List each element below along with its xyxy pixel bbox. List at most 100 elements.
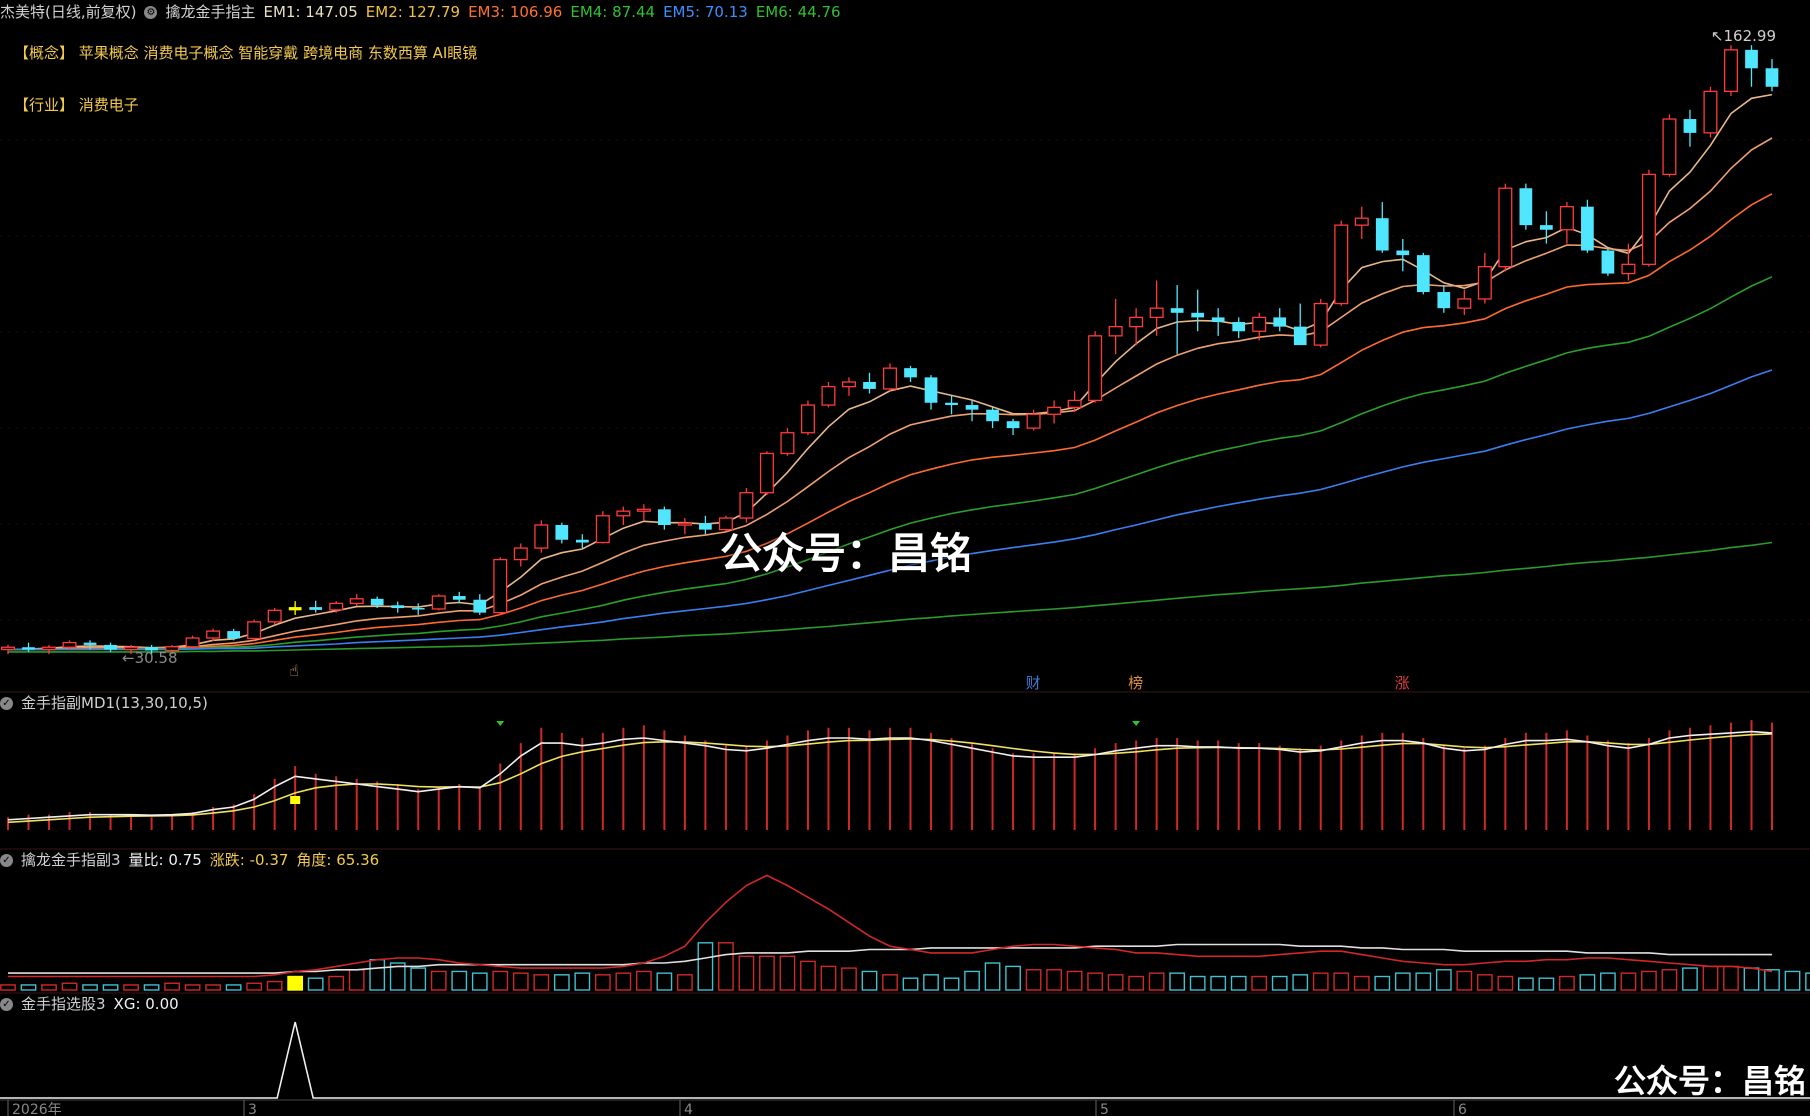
candle-body (22, 647, 35, 650)
volume-ratio-line (8, 874, 1773, 978)
volume-bar (1476, 974, 1493, 991)
candle (759, 451, 774, 496)
candle-body (452, 596, 466, 600)
candle-body (534, 524, 549, 549)
candle-body (636, 508, 651, 512)
candle-body (329, 602, 344, 611)
candle-body (965, 405, 979, 410)
candle-body (247, 621, 262, 640)
volume-bar (1538, 977, 1555, 991)
candle (595, 511, 610, 544)
settings-icon[interactable]: ⚙ (144, 5, 158, 19)
candle-body (882, 367, 898, 390)
candle (104, 642, 117, 652)
volume-bar (697, 942, 714, 991)
change-label: 涨跌: -0.37 (209, 851, 289, 869)
candle-body (945, 402, 958, 406)
candle (1519, 183, 1533, 230)
candle-body (1211, 317, 1225, 323)
candle (1703, 86, 1718, 138)
volume-bar (1456, 970, 1473, 991)
volume-bar (1292, 974, 1309, 991)
candle-body (616, 510, 631, 517)
candle (1273, 308, 1287, 332)
volume-bar (656, 972, 673, 991)
candle-body (780, 432, 795, 455)
volume-bar (533, 974, 550, 991)
candle-body (62, 641, 77, 648)
candle (986, 407, 999, 429)
panel4-title[interactable]: 金手指选股3 (21, 994, 106, 1014)
volume-bar (1148, 972, 1165, 991)
candle-body (42, 646, 57, 651)
candle (904, 365, 917, 382)
candle-body (1540, 225, 1553, 230)
candle-body (431, 595, 446, 610)
panel2-toggle-icon[interactable]: ✓ (0, 696, 13, 710)
candle (699, 515, 712, 535)
volume-bar (1743, 967, 1760, 991)
volume-bar (1805, 972, 1810, 991)
price-high-label: ↖162.99 (1710, 27, 1776, 45)
candle (493, 557, 508, 615)
candle (1457, 289, 1472, 316)
candle-body (370, 598, 384, 606)
x-axis-label: 6 (1458, 1102, 1467, 1116)
volume-bar (205, 984, 221, 991)
candle-body (1683, 119, 1697, 133)
candle-body (1641, 173, 1656, 266)
md1-arrow-marker (496, 721, 505, 726)
volume-bar (410, 967, 427, 991)
x-axis-label: 5 (1100, 1102, 1109, 1116)
candle-body (1723, 49, 1738, 93)
candle (1396, 238, 1410, 272)
candle-body (821, 385, 836, 406)
stock-name[interactable]: 杰美特(日线,前复权) (0, 2, 136, 22)
candle-body (1765, 68, 1779, 87)
candle (1232, 317, 1246, 339)
candle-body (658, 509, 671, 525)
candle-body (841, 381, 856, 388)
candle-body (595, 515, 610, 544)
candle (1334, 220, 1349, 306)
volume-bar (348, 969, 365, 991)
candle (1723, 45, 1738, 96)
panel3-title[interactable]: 擒龙金手指副3 (21, 850, 121, 870)
candle (1641, 169, 1656, 267)
candle (1765, 59, 1779, 92)
candle-body (800, 404, 815, 434)
candle (1416, 252, 1430, 295)
panel3-toggle-icon[interactable]: ✓ (0, 853, 13, 867)
panel2-title[interactable]: 金手指副MD1(13,30,10,5) (21, 693, 208, 713)
candle (1477, 252, 1492, 304)
candle (1354, 206, 1369, 239)
x-axis-label: 4 (684, 1102, 693, 1116)
candle-body (699, 523, 712, 530)
volume-bar (1702, 965, 1719, 991)
volume-bar (164, 982, 180, 991)
candle-body (1519, 188, 1533, 226)
volume-bar (779, 955, 796, 991)
volume-bar (225, 984, 242, 991)
candle-body (391, 605, 405, 609)
volume-bar (841, 967, 857, 991)
volume-bar (1764, 969, 1780, 991)
volume-bar (82, 984, 98, 991)
candle-body (1067, 399, 1082, 409)
candle (555, 522, 569, 544)
candle (473, 594, 487, 615)
candle (22, 642, 35, 652)
panel4-toggle-icon[interactable]: ✓ (0, 997, 13, 1011)
volume-bar (492, 970, 509, 991)
volume-bar (553, 974, 570, 991)
indicator-name[interactable]: 擒龙金手指主 (165, 2, 255, 22)
ema-4-label: EM4: 87.44 (570, 3, 656, 21)
candle (1437, 285, 1451, 313)
candle-body (288, 607, 302, 611)
ema-5-label: EM5: 70.13 (663, 3, 748, 21)
candle-body (575, 539, 589, 543)
volume-bar (307, 977, 324, 991)
volume-bar (1374, 975, 1391, 991)
volume-bar (1394, 972, 1411, 991)
candle (42, 644, 57, 655)
